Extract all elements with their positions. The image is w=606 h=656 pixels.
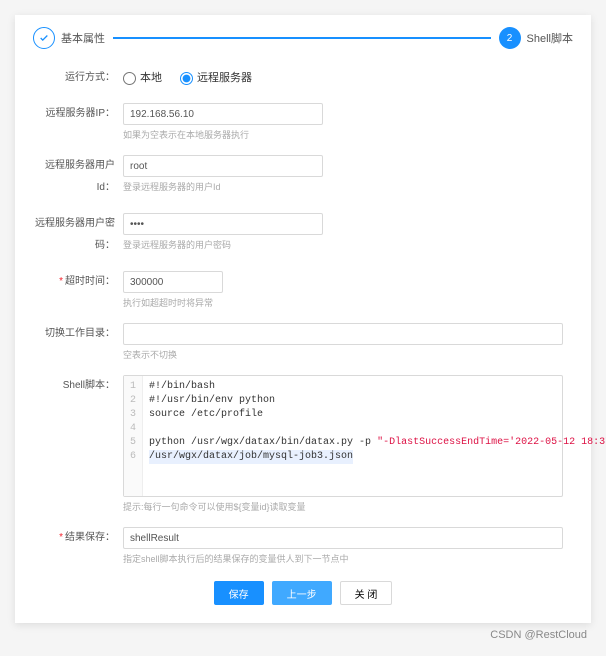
step-basic[interactable]: 基本属性 [33,27,105,49]
step-label: Shell脚本 [527,30,573,46]
remote-pwd-hint: 登录远程服务器的用户密码 [123,238,573,251]
radio-remote[interactable]: 远程服务器 [180,67,252,89]
line-gutter: 123456 [124,376,143,496]
script-label: Shell脚本： [33,375,123,397]
form-panel: 基本属性 2 Shell脚本 运行方式： 本地 远程服务器 远程服务器IP： 如… [15,15,591,623]
step-bar: 基本属性 2 Shell脚本 [33,27,573,49]
step-number: 2 [499,27,521,49]
radio-local[interactable]: 本地 [123,67,162,89]
timeout-hint: 执行如超超时时将异常 [123,296,573,309]
remote-ip-input[interactable] [123,103,323,125]
run-mode-label: 运行方式： [33,67,123,89]
shell-script-editor[interactable]: 123456 #!/bin/bash #!/usr/bin/env python… [123,375,563,497]
script-hint: 提示:每行一句命令可以使用${变量id}读取变量 [123,500,573,513]
remote-user-hint: 登录远程服务器的用户Id [123,180,573,193]
workdir-input[interactable] [123,323,563,345]
timeout-input[interactable] [123,271,223,293]
close-button[interactable]: 关 闭 [340,581,393,605]
remote-ip-hint: 如果为空表示在本地服务器执行 [123,128,573,141]
result-hint: 指定shell脚本执行后的结果保存的变量供人到下一节点中 [123,552,573,565]
step-connector [113,37,491,39]
check-icon [33,27,55,49]
remote-user-label: 远程服务器用户Id： [33,155,123,199]
result-label: *结果保存： [33,527,123,549]
remote-pwd-label: 远程服务器用户密码： [33,213,123,257]
timeout-label: *超时时间： [33,271,123,293]
watermark: CSDN @RestCloud [15,629,591,641]
workdir-label: 切换工作目录： [33,323,123,345]
result-input[interactable] [123,527,563,549]
remote-user-input[interactable] [123,155,323,177]
workdir-hint: 空表示不切换 [123,348,573,361]
remote-pwd-input[interactable] [123,213,323,235]
remote-ip-label: 远程服务器IP： [33,103,123,125]
code-content[interactable]: #!/bin/bash #!/usr/bin/env python source… [143,376,606,496]
prev-button[interactable]: 上一步 [272,581,332,605]
step-label: 基本属性 [61,30,105,46]
footer-buttons: 保存 上一步 关 闭 [33,581,573,605]
run-mode-group: 本地 远程服务器 [123,67,573,89]
save-button[interactable]: 保存 [214,581,264,605]
step-shell[interactable]: 2 Shell脚本 [499,27,573,49]
